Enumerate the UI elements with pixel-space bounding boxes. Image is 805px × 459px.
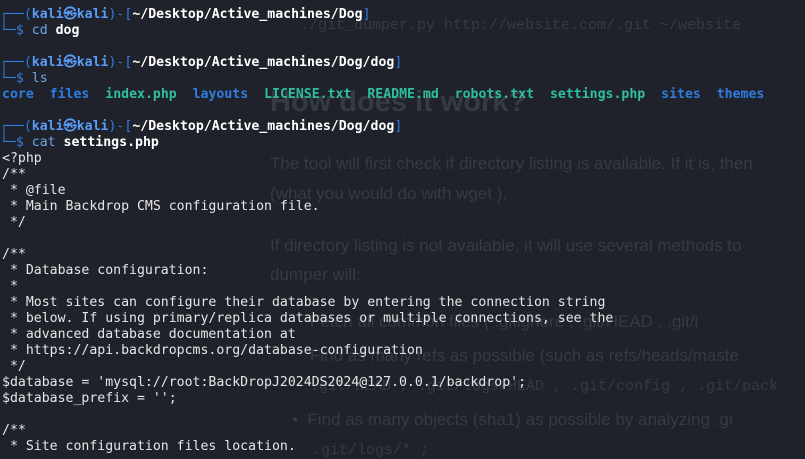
prompt-path: ~/Desktop/Active_machines/Dog (132, 7, 363, 22)
prompt-corner: ┌──( (0, 7, 32, 22)
file-content-line (0, 231, 805, 247)
prompt-user: kali (31, 119, 64, 134)
directory-entry: sites (661, 87, 701, 102)
prompt-bracket: ] (394, 55, 403, 70)
file-entry: README.md (367, 87, 439, 102)
prompt-line: ┌──(kali㉿kali)-[~/Desktop/Active_machine… (0, 7, 805, 23)
command-line: └─$ ls (0, 71, 805, 87)
prompt-corner: ┌──( (0, 55, 32, 70)
file-content-line: * advanced database documentation at (2, 327, 296, 342)
prompt-bracket: ] (394, 119, 403, 134)
file-entry: settings.php (549, 87, 646, 102)
prompt-dollar: └─$ (0, 135, 32, 150)
prompt-line: ┌──(kali㉿kali)-[~/Desktop/Active_machine… (0, 55, 805, 71)
prompt-bracket: )-[ (108, 7, 133, 22)
directory-entry: layouts (192, 87, 249, 102)
prompt-path: ~/Desktop/Active_machines/Dog/dog (132, 119, 395, 134)
directory-entry: core (2, 87, 34, 102)
file-entry: robots.txt (454, 87, 535, 102)
prompt-bracket: )-[ (108, 119, 133, 134)
file-content-line: */ (2, 359, 26, 374)
prompt-corner: ┌──( (0, 119, 32, 134)
prompt-host: kali (76, 119, 109, 134)
file-content-line: /** (2, 423, 26, 438)
file-content-line (0, 407, 805, 423)
prompt-at-symbol: ㉿ (63, 55, 77, 70)
prompt-dollar: └─$ (0, 71, 32, 86)
file-entry: index.php (105, 87, 177, 102)
prompt-at-symbol: ㉿ (63, 7, 77, 22)
prompt-line: ┌──(kali㉿kali)-[~/Desktop/Active_machine… (0, 119, 805, 135)
file-content-line: * Main Backdrop CMS configuration file. (2, 199, 320, 214)
file-content-line: * Site configuration files location. (2, 439, 296, 454)
command-arg: dog (55, 23, 80, 38)
file-content-line: */ (2, 215, 26, 230)
file-content-line: <?php (2, 151, 42, 166)
file-content-line: * https://api.backdropcms.org/database-c… (2, 343, 423, 358)
prompt-dollar: └─$ (0, 23, 32, 38)
file-content-line: /** (2, 247, 26, 262)
prompt-at-symbol: ㉿ (63, 119, 77, 134)
prompt-bracket: ] (362, 7, 371, 22)
directory-entry: files (49, 87, 90, 102)
file-entry: LICENSE.txt (264, 87, 352, 102)
file-content-line: $database = 'mysql://root:BackDropJ2024D… (2, 375, 527, 390)
command-line: └─$ cd dog (0, 23, 805, 39)
file-content-line: $database_prefix = ''; (2, 391, 177, 406)
prompt-user: kali (31, 55, 64, 70)
prompt-host: kali (76, 55, 109, 70)
prompt-host: kali (76, 7, 109, 22)
file-content-line: * below. If using primary/replica databa… (2, 311, 614, 326)
command: cat (31, 135, 56, 150)
prompt-path: ~/Desktop/Active_machines/Dog/dog (132, 55, 395, 70)
command: ls (31, 71, 48, 86)
prompt-bracket: )-[ (108, 55, 133, 70)
file-content-line: * Database configuration: (2, 263, 209, 278)
command: cd (31, 23, 48, 38)
file-content-line: * (2, 279, 18, 294)
file-content-line: * @file (2, 183, 66, 198)
terminal[interactable]: ┌──(kali㉿kali)-[~/Desktop/Active_machine… (0, 7, 805, 455)
file-content-line: * Most sites can configure their databas… (2, 295, 606, 310)
prompt-user: kali (31, 7, 64, 22)
file-content-line: /** (2, 167, 26, 182)
directory-entry: themes (716, 87, 765, 102)
command-arg: settings.php (63, 135, 159, 150)
ls-output: core files index.php layouts LICENSE.txt… (0, 87, 805, 103)
command-line: └─$ cat settings.php (0, 135, 805, 151)
